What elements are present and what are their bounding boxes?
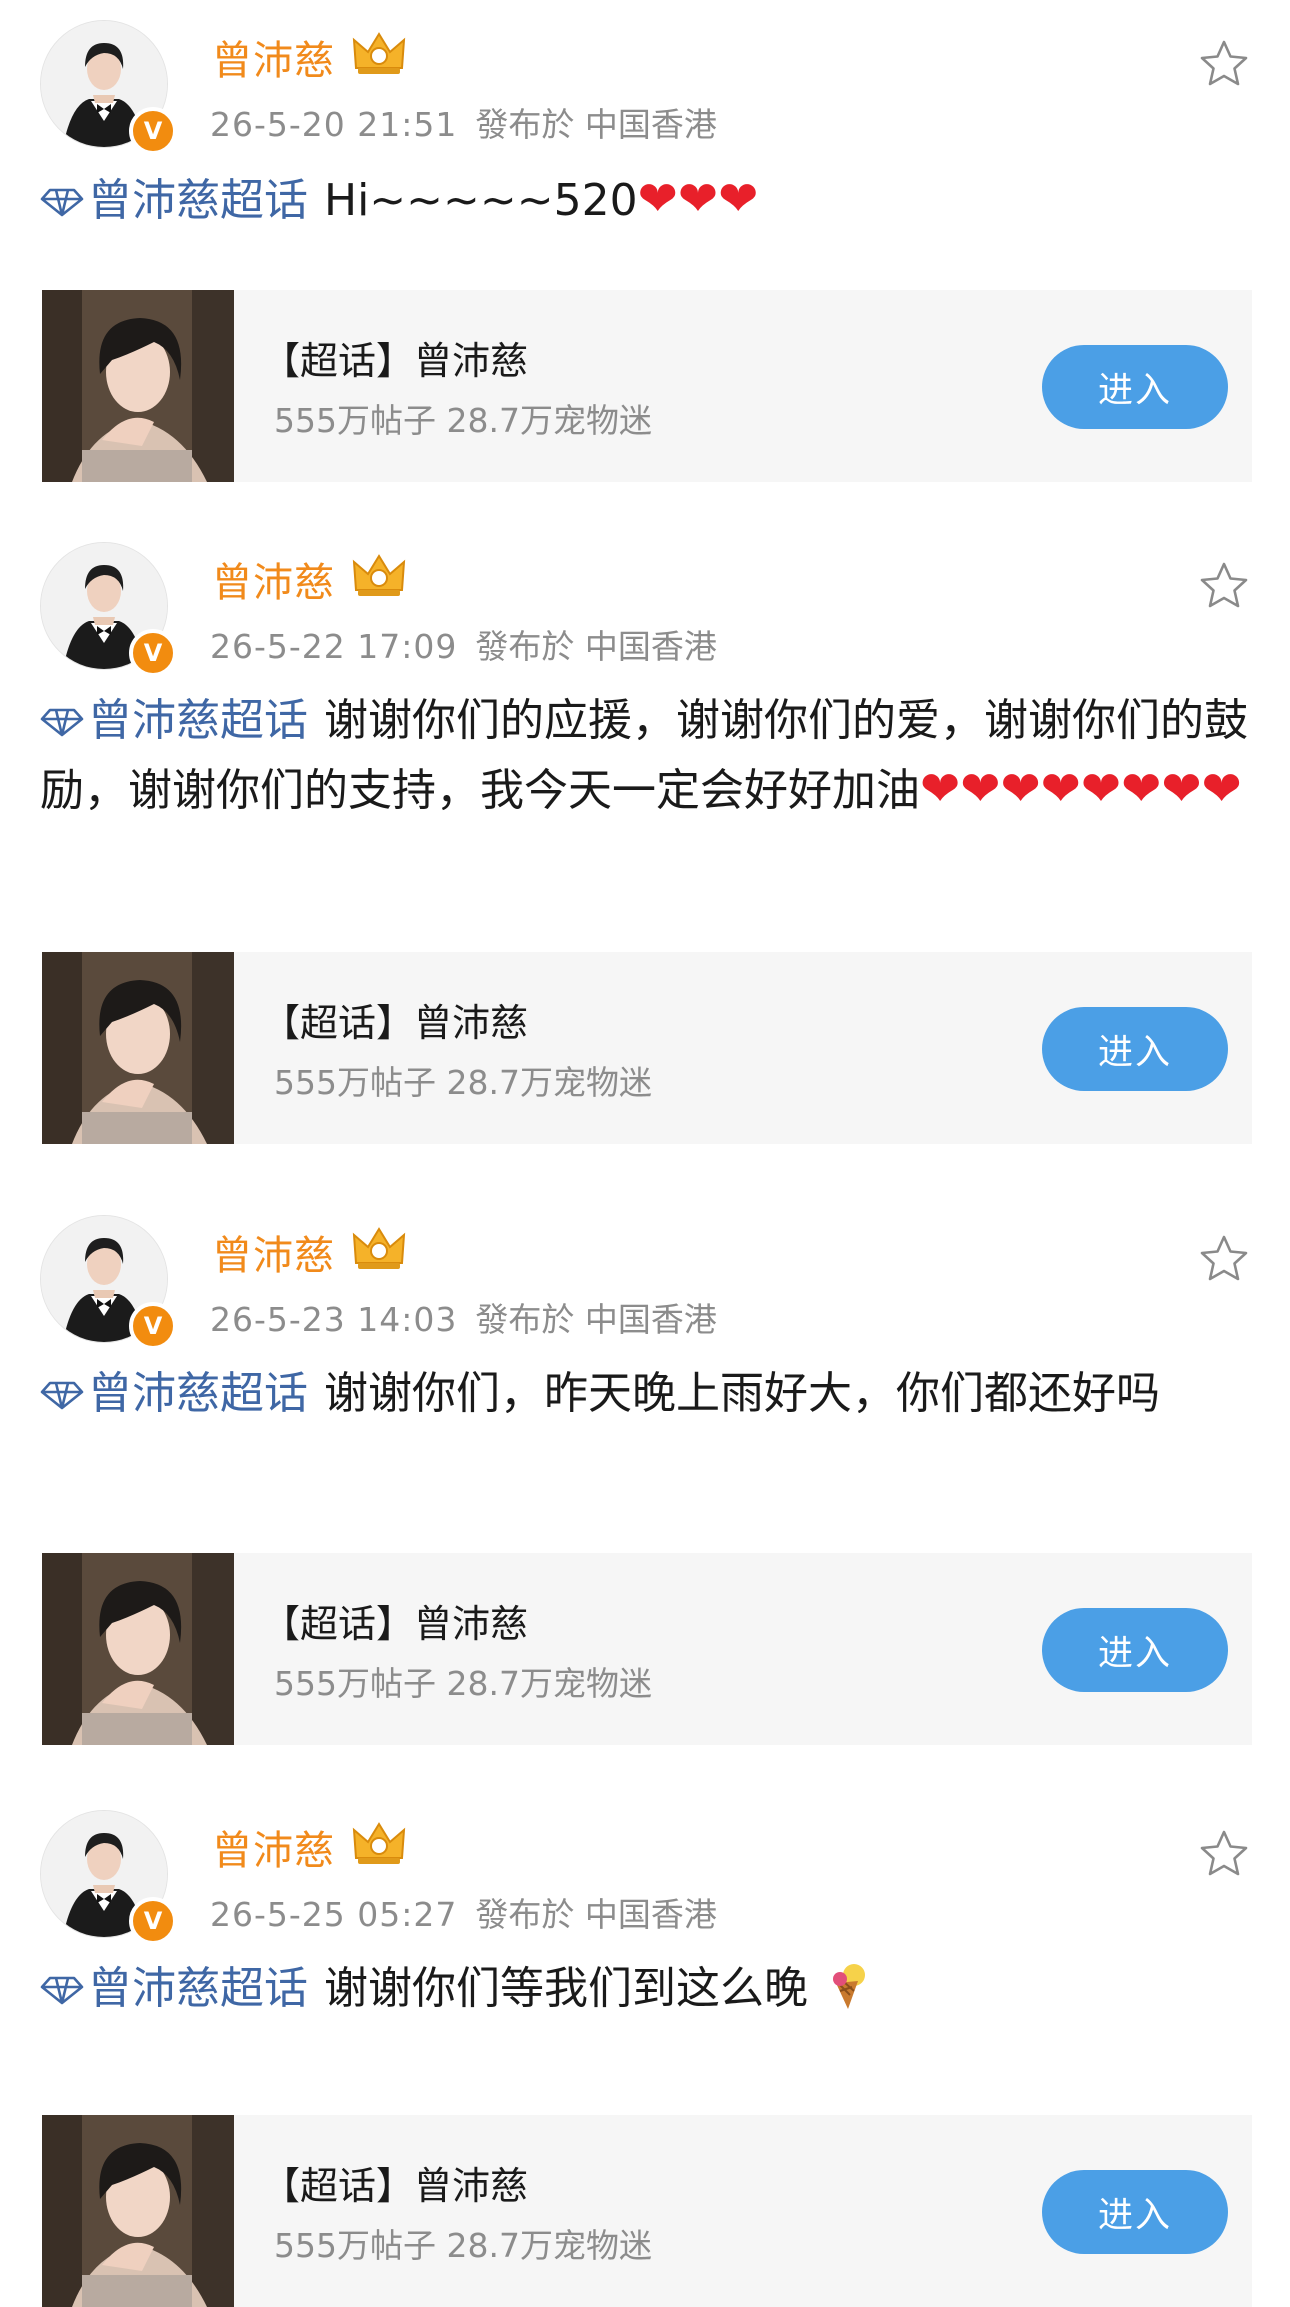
supertopic-card[interactable]: 【超话】曾沛慈 555万帖子 28.7万宠物迷 进入 (42, 2115, 1252, 2307)
post-text: Hi~~~~~520 (324, 175, 638, 226)
post-content: 曾沛慈超话 谢谢你们等我们到这么晚 (40, 1955, 1255, 2023)
post-time: 26-5-23 14:03 (210, 1300, 458, 1339)
post-meta: 26-5-22 17:09 發布於 中国香港 (210, 620, 717, 668)
card-stats: 555万帖子 28.7万宠物迷 (274, 2226, 652, 2265)
post-meta: 26-5-20 21:51 發布於 中国香港 (210, 98, 717, 146)
diamond-icon (40, 1381, 84, 1410)
username[interactable]: 曾沛慈 (212, 1818, 335, 1876)
post-meta: 26-5-23 14:03 發布於 中国香港 (210, 1293, 717, 1341)
supertopic-card[interactable]: 【超话】曾沛慈 555万帖子 28.7万宠物迷 进入 (42, 1553, 1252, 1745)
avatar[interactable]: V (40, 542, 177, 677)
icecream-icon (833, 1964, 865, 2009)
post-content: 曾沛慈超话 谢谢你们，昨天晚上雨好大，你们都还好吗 (40, 1360, 1255, 1428)
crown-icon (352, 554, 406, 596)
post-time: 26-5-22 17:09 (210, 627, 458, 666)
crown-icon (352, 32, 406, 74)
diamond-icon (40, 708, 84, 737)
post-location: 發布於 中国香港 (475, 1895, 717, 1934)
star-icon[interactable] (1198, 1828, 1250, 1880)
topic-link[interactable]: 曾沛慈超话 (40, 1368, 308, 1419)
verified-badge-icon: V (129, 1897, 177, 1945)
topic-label: 曾沛慈超话 (88, 1963, 308, 2014)
crown-icon (352, 1227, 406, 1269)
avatar[interactable]: V (40, 1215, 177, 1350)
supertopic-card[interactable]: 【超话】曾沛慈 555万帖子 28.7万宠物迷 进入 (42, 952, 1252, 1144)
verified-badge-icon: V (129, 1302, 177, 1350)
post-meta: 26-5-25 05:27 發布於 中国香港 (210, 1888, 717, 1936)
card-thumbnail (42, 1553, 234, 1745)
post-location: 發布於 中国香港 (475, 105, 717, 144)
post-location: 發布於 中国香港 (475, 1300, 717, 1339)
star-icon[interactable] (1198, 1233, 1250, 1285)
card-thumbnail (42, 290, 234, 482)
card-title: 【超话】曾沛慈 (262, 1001, 529, 1045)
topic-label: 曾沛慈超话 (88, 695, 308, 746)
post-time: 26-5-25 05:27 (210, 1895, 458, 1934)
topic-label: 曾沛慈超话 (88, 1368, 308, 1419)
diamond-icon (40, 188, 84, 217)
post-location: 發布於 中国香港 (475, 627, 717, 666)
topic-link[interactable]: 曾沛慈超话 (40, 695, 308, 746)
post-text: 谢谢你们等我们到这么晚 (324, 1963, 808, 2014)
enter-button[interactable]: 进入 (1042, 1007, 1228, 1091)
topic-link[interactable]: 曾沛慈超话 (40, 175, 308, 226)
topic-link[interactable]: 曾沛慈超话 (40, 1963, 308, 2014)
card-title: 【超话】曾沛慈 (262, 339, 529, 383)
crown-icon (352, 1822, 406, 1864)
heart-emoji: ❤❤❤ (637, 171, 759, 227)
username[interactable]: 曾沛慈 (212, 550, 335, 608)
enter-button[interactable]: 进入 (1042, 1608, 1228, 1692)
card-thumbnail (42, 2115, 234, 2307)
enter-button[interactable]: 进入 (1042, 345, 1228, 429)
card-title: 【超话】曾沛慈 (262, 1602, 529, 1646)
post-content: 曾沛慈超话 谢谢你们的应援，谢谢你们的爱，谢谢你们的鼓励，谢谢你们的支持，我今天一… (40, 687, 1255, 825)
verified-badge-icon: V (129, 107, 177, 155)
card-title: 【超话】曾沛慈 (262, 2164, 529, 2208)
diamond-icon (40, 1976, 84, 2005)
avatar[interactable]: V (40, 1810, 177, 1945)
username[interactable]: 曾沛慈 (212, 1223, 335, 1281)
username[interactable]: 曾沛慈 (212, 28, 335, 86)
verified-badge-icon: V (129, 629, 177, 677)
heart-emoji: ❤❤❤❤❤❤❤❤ (920, 761, 1242, 817)
topic-label: 曾沛慈超话 (88, 175, 308, 226)
supertopic-card[interactable]: 【超话】曾沛慈 555万帖子 28.7万宠物迷 进入 (42, 290, 1252, 482)
enter-button[interactable]: 进入 (1042, 2170, 1228, 2254)
star-icon[interactable] (1198, 560, 1250, 612)
post-text: 谢谢你们，昨天晚上雨好大，你们都还好吗 (324, 1368, 1160, 1419)
card-stats: 555万帖子 28.7万宠物迷 (274, 1664, 652, 1703)
card-thumbnail (42, 952, 234, 1144)
post-content: 曾沛慈超话 Hi~~~~~520❤❤❤ (40, 165, 1255, 235)
avatar[interactable]: V (40, 20, 177, 155)
star-icon[interactable] (1198, 38, 1250, 90)
post-time: 26-5-20 21:51 (210, 105, 458, 144)
card-stats: 555万帖子 28.7万宠物迷 (274, 401, 652, 440)
card-stats: 555万帖子 28.7万宠物迷 (274, 1063, 652, 1102)
